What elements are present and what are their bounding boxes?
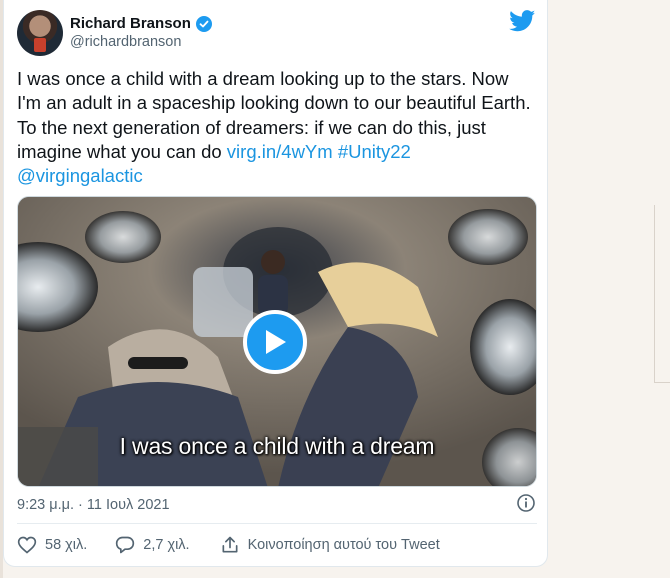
video-caption: I was once a child with a dream (119, 433, 435, 459)
author-name-row[interactable]: Richard Branson (70, 15, 212, 32)
info-icon[interactable] (516, 493, 536, 513)
twitter-bird-icon[interactable] (509, 10, 536, 32)
author-handle[interactable]: @richardbranson (70, 34, 181, 50)
tweet-link[interactable]: virg.in/4wYm (227, 141, 333, 162)
divider (17, 523, 537, 524)
reply-button[interactable]: 2,7 χιλ. (115, 535, 190, 555)
play-icon (266, 330, 286, 354)
tweet-timestamp[interactable]: 9:23 μ.μ. · 11 Ιουλ 2021 (17, 497, 170, 513)
like-count: 58 χιλ. (45, 537, 88, 553)
share-button[interactable]: Κοινοποίηση αυτού του Tweet (220, 535, 440, 555)
tweet-actions: 58 χιλ. 2,7 χιλ. Κοινοποίηση αυτού του T… (17, 535, 440, 555)
author-display-name[interactable]: Richard Branson (70, 15, 191, 32)
reply-count: 2,7 χιλ. (143, 537, 190, 553)
reply-icon (116, 536, 135, 554)
like-button[interactable]: 58 χιλ. (17, 535, 87, 555)
share-label: Κοινοποίηση αυτού του Tweet (247, 537, 440, 553)
share-icon (222, 536, 238, 553)
tweet-mention[interactable]: @virgingalactic (17, 165, 143, 186)
avatar[interactable] (17, 10, 63, 56)
tweet-card[interactable]: Richard Branson @richardbranson I was on… (3, 0, 548, 567)
verified-badge-icon (195, 15, 212, 32)
heart-icon (17, 536, 37, 554)
adjacent-panel-border (654, 205, 655, 383)
adjacent-panel-border-bottom (654, 382, 670, 383)
tweet-text: I was once a child with a dream looking … (17, 67, 537, 188)
play-button[interactable] (243, 310, 307, 374)
tweet-hashtag[interactable]: #Unity22 (338, 141, 411, 162)
video-player[interactable]: I was once a child with a dream (17, 196, 537, 487)
